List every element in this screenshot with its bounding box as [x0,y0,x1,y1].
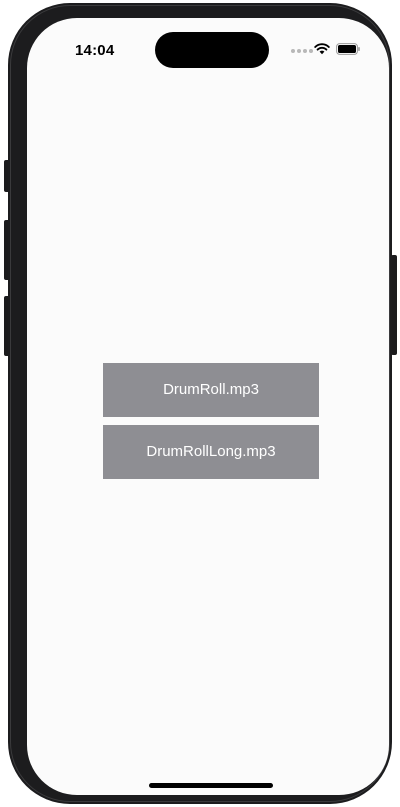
drumroll-long-button[interactable]: DrumRollLong.mp3 [103,425,319,479]
app-screen: 14:04 DrumRoll.mp3 DrumRollLong.mp3 [27,18,389,795]
status-bar: 14:04 [27,18,389,78]
dynamic-island [155,32,269,68]
status-time: 14:04 [75,42,115,59]
device-mockup: 14:04 DrumRoll.mp3 DrumRollLong.mp3 [0,0,400,807]
signal-icon [291,49,313,53]
battery-icon [336,43,360,55]
phone-frame: 14:04 DrumRoll.mp3 DrumRollLong.mp3 [8,3,392,804]
drumroll-button[interactable]: DrumRoll.mp3 [103,363,319,417]
wifi-icon [314,43,330,55]
home-indicator[interactable] [149,783,273,788]
